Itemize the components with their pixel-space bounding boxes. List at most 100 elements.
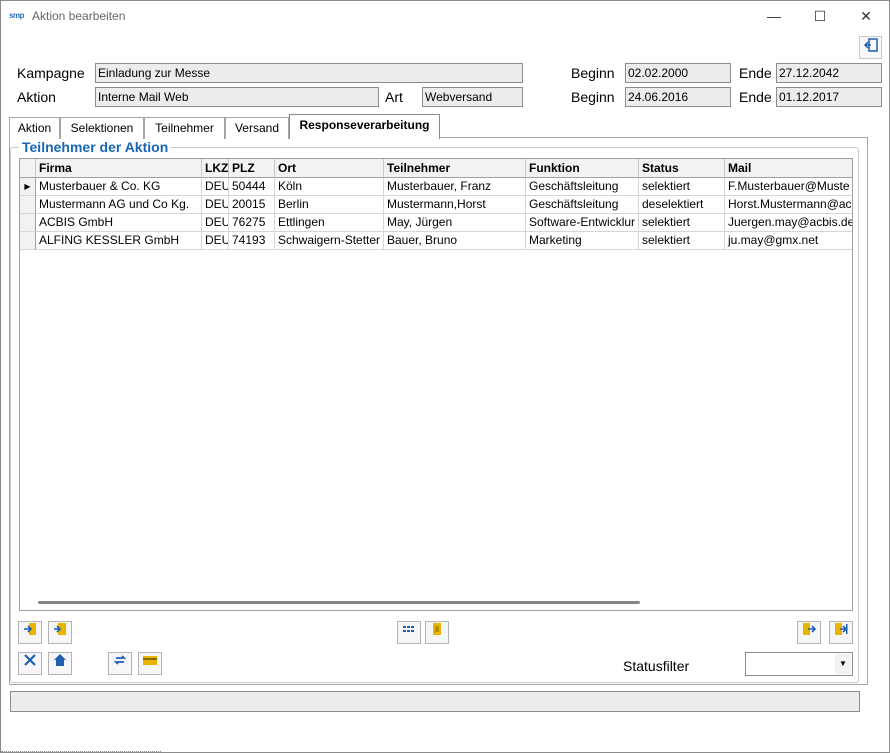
import-doc-button[interactable] xyxy=(48,621,72,644)
cell-status[interactable]: deselektiert xyxy=(639,196,725,214)
cell-teilnehmer[interactable]: Musterbauer, Franz xyxy=(384,178,526,196)
exit-door-icon xyxy=(863,38,878,55)
cell-mail[interactable]: ju.may@gmx.net xyxy=(725,232,852,250)
cell-funktion[interactable]: Geschäftsleitung xyxy=(526,178,639,196)
row-header-corner xyxy=(20,159,36,178)
cell-teilnehmer[interactable]: May, Jürgen xyxy=(384,214,526,232)
table-row[interactable]: ACBIS GmbH DEU 76275 Ettlingen May, Jürg… xyxy=(20,214,852,232)
export-exit-button[interactable] xyxy=(829,621,853,644)
kampagne-label: Kampagne xyxy=(17,65,85,81)
group-title: Teilnehmer der Aktion xyxy=(19,139,172,155)
tab-selektionen[interactable]: Selektionen xyxy=(60,117,144,139)
home-button[interactable] xyxy=(48,652,72,675)
cell-plz[interactable]: 20015 xyxy=(229,196,275,214)
cell-teilnehmer[interactable]: Mustermann,Horst xyxy=(384,196,526,214)
import-button[interactable] xyxy=(18,621,42,644)
delete-button[interactable] xyxy=(18,652,42,675)
chevron-down-icon[interactable]: ▼ xyxy=(835,654,851,674)
scrollbar-thumb[interactable] xyxy=(38,601,640,604)
column-header-plz[interactable]: PLZ xyxy=(229,159,275,178)
statusfilter-label: Statusfilter xyxy=(623,658,690,674)
tab-versand[interactable]: Versand xyxy=(225,117,289,139)
row-selector[interactable]: ▶ xyxy=(20,178,36,196)
cell-status[interactable]: selektiert xyxy=(639,178,725,196)
document-button[interactable] xyxy=(425,621,449,644)
aktion-field[interactable]: Interne Mail Web xyxy=(95,87,379,107)
cell-firma[interactable]: ACBIS GmbH xyxy=(36,214,202,232)
column-header-ort[interactable]: Ort xyxy=(275,159,384,178)
cell-status[interactable]: selektiert xyxy=(639,214,725,232)
refresh-button[interactable] xyxy=(108,652,132,675)
app-logo-icon: smp xyxy=(9,11,24,20)
participants-grid[interactable]: Firma LKZ PLZ Ort Teilnehmer Funktion St… xyxy=(19,158,853,611)
cell-mail[interactable]: Horst.Mustermann@ac xyxy=(725,196,852,214)
column-header-funktion[interactable]: Funktion xyxy=(526,159,639,178)
column-header-teilnehmer[interactable]: Teilnehmer xyxy=(384,159,526,178)
horizontal-scrollbar[interactable] xyxy=(20,594,852,610)
cell-lkz[interactable]: DEU xyxy=(202,232,229,250)
delete-x-icon xyxy=(23,654,37,670)
window-title: Aktion bearbeiten xyxy=(32,9,126,23)
maximize-button[interactable]: ☐ xyxy=(797,1,843,32)
import-in-icon xyxy=(23,623,37,639)
cell-funktion[interactable]: Geschäftsleitung xyxy=(526,196,639,214)
cell-firma[interactable]: Mustermann AG und Co Kg. xyxy=(36,196,202,214)
statusfilter-select[interactable]: ▼ xyxy=(745,652,853,676)
close-button[interactable]: ✕ xyxy=(843,1,889,32)
cell-funktion[interactable]: Marketing xyxy=(526,232,639,250)
cell-ort[interactable]: Ettlingen xyxy=(275,214,384,232)
minimize-button[interactable]: — xyxy=(751,1,797,32)
cell-plz[interactable]: 50444 xyxy=(229,178,275,196)
aktion-ende-label: Ende xyxy=(739,89,772,105)
grid-header: Firma LKZ PLZ Ort Teilnehmer Funktion St… xyxy=(20,159,852,178)
tab-aktion[interactable]: Aktion xyxy=(9,117,60,139)
cell-mail[interactable]: Juergen.may@acbis.de xyxy=(725,214,852,232)
card-icon xyxy=(142,656,158,670)
cell-ort[interactable]: Schwaigern-Stetter xyxy=(275,232,384,250)
tab-responseverarbeitung[interactable]: Responseverarbeitung xyxy=(289,114,440,139)
column-header-status[interactable]: Status xyxy=(639,159,725,178)
export-button[interactable] xyxy=(797,621,821,644)
tab-teilnehmer[interactable]: Teilnehmer xyxy=(144,117,225,139)
column-header-mail[interactable]: Mail xyxy=(725,159,852,178)
row-selector[interactable] xyxy=(20,232,36,250)
title-bar: smp Aktion bearbeiten — ☐ ✕ xyxy=(1,1,889,32)
cell-ort[interactable]: Köln xyxy=(275,178,384,196)
aktion-beginn-field[interactable]: 24.06.2016 xyxy=(625,87,731,107)
card-button[interactable] xyxy=(138,652,162,675)
kampagne-field[interactable]: Einladung zur Messe xyxy=(95,63,523,83)
column-header-lkz[interactable]: LKZ xyxy=(202,159,229,178)
cell-mail[interactable]: F.Musterbauer@Muste xyxy=(725,178,852,196)
table-row[interactable]: Mustermann AG und Co Kg. DEU 20015 Berli… xyxy=(20,196,852,214)
table-row[interactable]: ▶ Musterbauer & Co. KG DEU 50444 Köln Mu… xyxy=(20,178,852,196)
art-field[interactable]: Webversand xyxy=(422,87,523,107)
row-selector[interactable] xyxy=(20,196,36,214)
cell-firma[interactable]: ALFING KESSLER GmbH xyxy=(36,232,202,250)
column-header-firma[interactable]: Firma xyxy=(36,159,202,178)
exit-button[interactable] xyxy=(859,36,882,59)
kampagne-beginn-field[interactable]: 02.02.2000 xyxy=(625,63,731,83)
kampagne-ende-field[interactable]: 27.12.2042 xyxy=(776,63,882,83)
cell-plz[interactable]: 74193 xyxy=(229,232,275,250)
export-doc-icon xyxy=(802,623,817,639)
export-exit-icon xyxy=(834,623,848,639)
cell-lkz[interactable]: DEU xyxy=(202,196,229,214)
kampagne-ende-label: Ende xyxy=(739,65,772,81)
art-label: Art xyxy=(385,89,403,105)
row-selector[interactable] xyxy=(20,214,36,232)
cell-ort[interactable]: Berlin xyxy=(275,196,384,214)
cell-status[interactable]: selektiert xyxy=(639,232,725,250)
cell-teilnehmer[interactable]: Bauer, Bruno xyxy=(384,232,526,250)
import-doc-icon xyxy=(53,623,67,639)
refresh-icon xyxy=(113,655,127,670)
cell-funktion[interactable]: Software-Entwicklur xyxy=(526,214,639,232)
columns-button[interactable] xyxy=(397,621,421,644)
cell-lkz[interactable]: DEU xyxy=(202,214,229,232)
cell-plz[interactable]: 76275 xyxy=(229,214,275,232)
cell-firma[interactable]: Musterbauer & Co. KG xyxy=(36,178,202,196)
cell-lkz[interactable]: DEU xyxy=(202,178,229,196)
document-icon xyxy=(430,623,444,639)
table-row[interactable]: ALFING KESSLER GmbH DEU 74193 Schwaigern… xyxy=(20,232,852,250)
aktion-ende-field[interactable]: 01.12.2017 xyxy=(776,87,882,107)
resize-grip-line xyxy=(1,751,161,752)
